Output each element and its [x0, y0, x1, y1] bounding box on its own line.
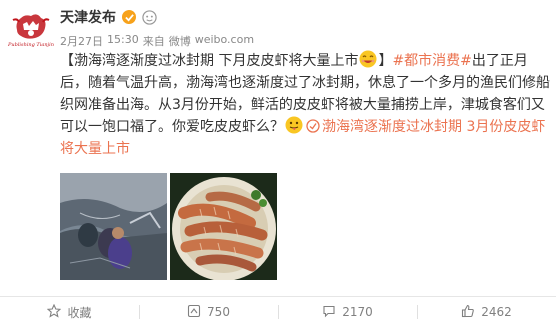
post-meta: 2月27日 15:30 来自 微博 weibo.com: [60, 33, 254, 49]
comment-icon: [322, 304, 336, 321]
repost-count: 750: [207, 305, 230, 319]
post-header: 天津发布: [60, 7, 157, 27]
source-name[interactable]: 微博: [169, 33, 191, 49]
favorite-button[interactable]: 收藏: [0, 297, 139, 327]
repost-icon: [187, 304, 201, 321]
like-button[interactable]: 2462: [417, 297, 556, 327]
account-name[interactable]: 天津发布: [60, 7, 116, 27]
repost-button[interactable]: 750: [139, 297, 278, 327]
smile-emoji-icon: [359, 50, 377, 68]
photo-mantis-shrimp[interactable]: [170, 173, 277, 280]
photo-fishermen[interactable]: [60, 173, 167, 280]
comment-count: 2170: [342, 305, 373, 319]
favorite-label: 收藏: [67, 305, 92, 320]
verified-icon[interactable]: [122, 10, 136, 24]
image-gallery: [60, 173, 277, 280]
action-bar: 收藏 750 2170 2462: [0, 297, 556, 327]
hashtag-link[interactable]: #都市消费#: [392, 53, 471, 69]
post-title: 【渤海湾逐渐度过冰封期 下月皮皮虾将大量上市: [60, 53, 359, 69]
source-prefix: 来自: [142, 35, 165, 48]
post-date[interactable]: 2月27日: [60, 33, 103, 49]
star-icon: [47, 303, 62, 321]
like-count: 2462: [481, 305, 512, 319]
avatar[interactable]: Publishing Tianjin: [6, 4, 56, 54]
post-title-close: 】: [378, 53, 393, 69]
comment-button[interactable]: 2170: [278, 297, 417, 327]
post-text: 【渤海湾逐渐度过冰封期 下月皮皮虾将大量上市 】#都市消费#出了正月后，随着气温升…: [60, 50, 550, 160]
post-time[interactable]: 15:30: [107, 33, 139, 49]
like-icon: [461, 304, 475, 321]
tongue-emoji-icon: [285, 116, 303, 134]
tianjin-logo-icon: [12, 14, 50, 39]
member-icon[interactable]: [142, 9, 157, 25]
logo-text: Publishing Tianjin: [8, 42, 54, 48]
source-site[interactable]: weibo.com: [195, 33, 254, 49]
web-link-icon: [306, 118, 320, 133]
